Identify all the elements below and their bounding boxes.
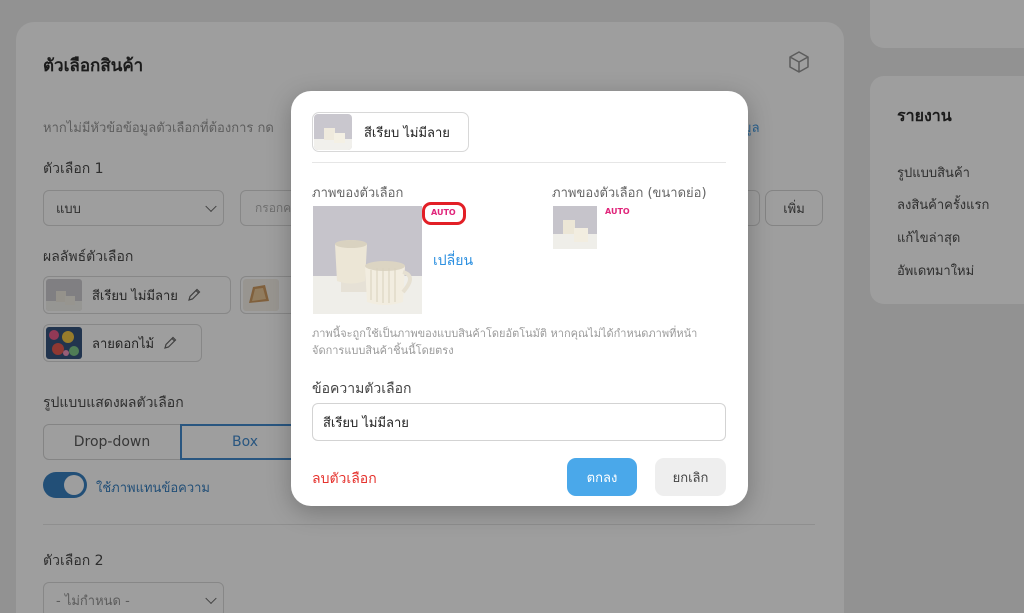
option-text-input[interactable]: สีเรียบ ไม่มีลาย: [312, 403, 726, 441]
cancel-button[interactable]: ยกเลิก: [655, 458, 726, 496]
option-thumbnail-label: ภาพของตัวเลือก (ขนาดย่อ): [552, 186, 707, 201]
auto-image-note: ภาพนี้จะถูกใช้เป็นภาพของแบบสินค้าโดยอัตโ…: [312, 327, 698, 357]
option-edit-modal: สีเรียบ ไม่มีลาย ภาพของตัวเลือก AUTO เปล…: [291, 91, 748, 506]
change-image-link[interactable]: เปลี่ยน: [433, 250, 473, 272]
modal-divider: [312, 162, 726, 163]
thumbnail-auto-badge: AUTO: [605, 207, 630, 216]
option-image-label: ภาพของตัวเลือก: [312, 186, 404, 201]
modal-option-chip: สีเรียบ ไม่มีลาย: [312, 112, 469, 152]
highlight-ring: [422, 202, 466, 225]
delete-option-button[interactable]: ลบตัวเลือก: [312, 468, 377, 490]
cups-thumbnail: [314, 114, 352, 150]
option-text-value: สีเรียบ ไม่มีลาย: [323, 415, 409, 431]
option-thumbnail: [553, 206, 597, 249]
ok-button[interactable]: ตกลง: [567, 458, 637, 496]
option-text-label: ข้อความตัวเลือก: [312, 381, 412, 397]
modal-chip-label: สีเรียบ ไม่มีลาย: [364, 125, 450, 141]
option-image: [313, 206, 422, 314]
